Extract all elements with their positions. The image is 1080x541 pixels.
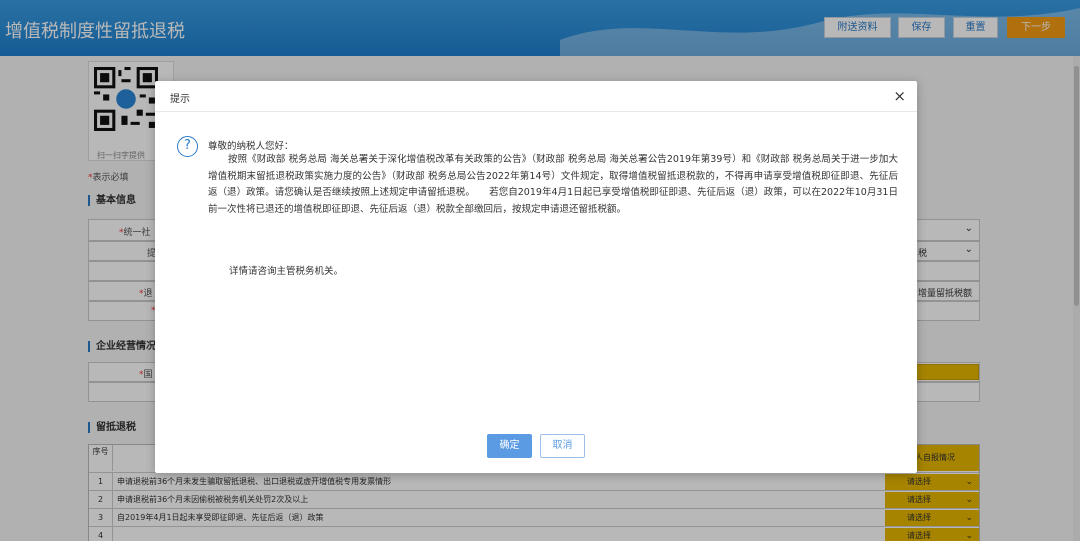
notice-dialog: 提示 × ? 尊敬的纳税人您好： 按照《财政部 税务总局 海关总署关于深化增值税… (155, 81, 917, 473)
dialog-title: 提示 (170, 94, 190, 105)
cancel-button[interactable]: 取消 (540, 434, 585, 458)
dialog-contact-note: 详情请咨询主管税务机关。 (229, 266, 344, 277)
confirm-button[interactable]: 确定 (487, 434, 532, 458)
dialog-message: 按照《财政部 税务总局 海关总署关于深化增值税改革有关政策的公告》（财政部 税务… (208, 154, 898, 215)
dialog-header: 提示 × (155, 81, 917, 112)
dialog-greeting: 尊敬的纳税人您好： (208, 141, 294, 152)
close-icon[interactable]: × (893, 87, 906, 105)
question-icon: ? (177, 136, 198, 157)
